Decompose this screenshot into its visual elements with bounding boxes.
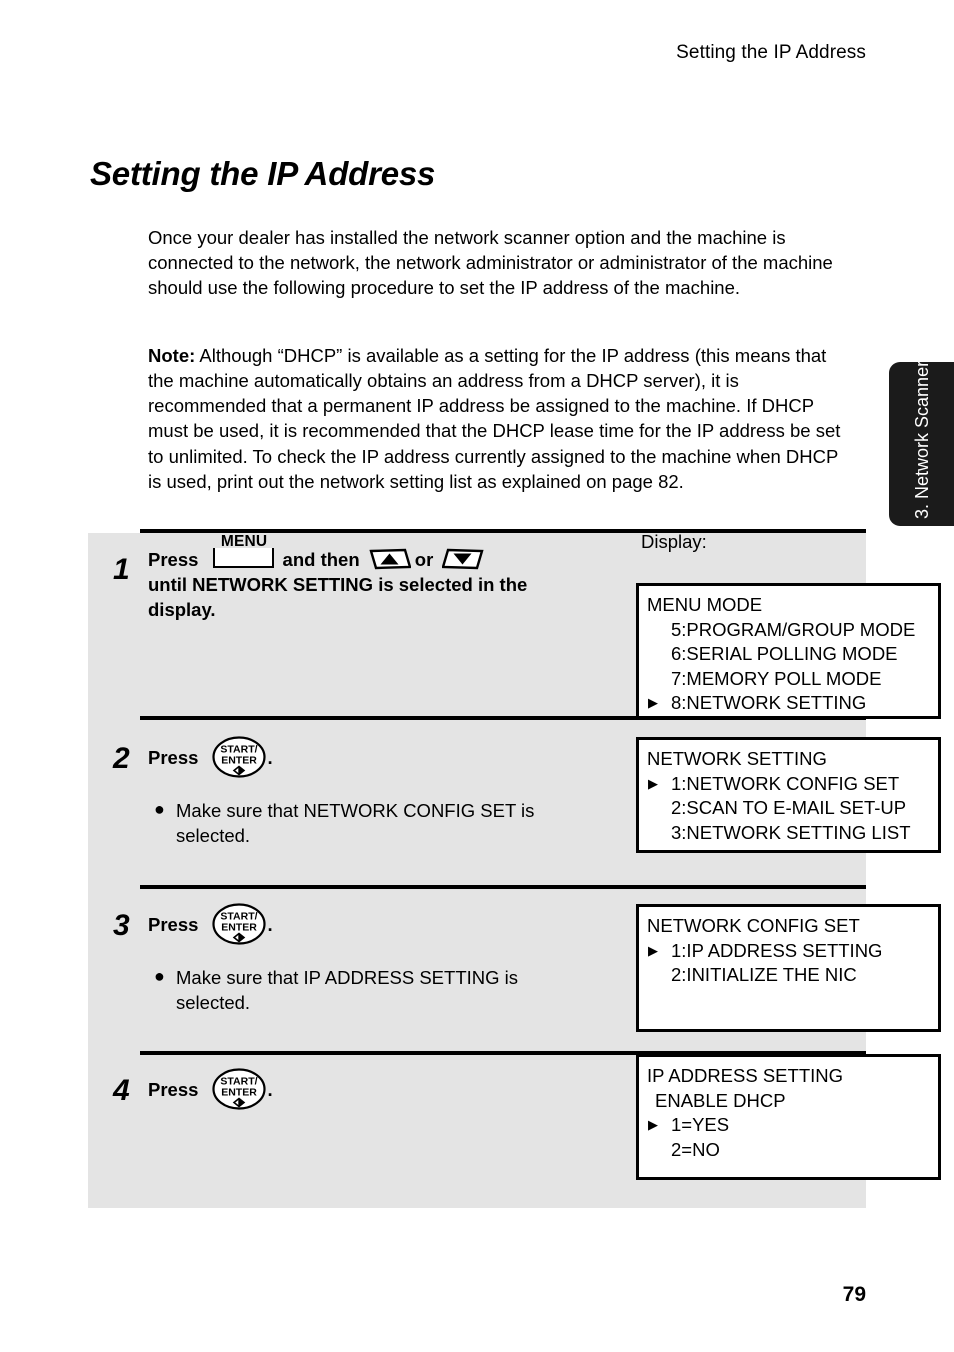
bullet-icon: ● — [154, 799, 165, 819]
step-number: 2 — [113, 742, 130, 775]
lcd-line: 2:SCAN TO E-MAIL SET-UP — [671, 797, 907, 819]
start-enter-key-icon[interactable]: START/ ENTER — [211, 736, 266, 778]
step-number: 1 — [113, 553, 130, 586]
lcd-line: IP ADDRESS SETTING — [647, 1065, 844, 1086]
up-arrow-key-icon[interactable] — [369, 547, 411, 571]
step-divider — [140, 885, 866, 889]
press-word: Press — [148, 747, 204, 768]
lcd-line: MENU MODE — [647, 594, 763, 615]
step-instruction-body: Press MENU and then or until NETWORK SET… — [148, 533, 553, 622]
and-then-word: and then — [282, 549, 365, 570]
note-label: Note: — [148, 344, 196, 366]
lcd-line: 5:PROGRAM/GROUP MODE — [671, 618, 916, 640]
page-title: Setting the IP Address — [90, 155, 436, 193]
menu-key-icon[interactable]: MENU — [212, 533, 276, 570]
step-instruction: Press START/ ENTER . — [148, 736, 553, 778]
period: . — [267, 747, 273, 768]
page-number: 79 — [842, 1283, 866, 1306]
note-paragraph: Note: Although “DHCP” is available as a … — [148, 343, 854, 495]
lcd-line: 2=NO — [671, 1138, 720, 1160]
lcd-line: NETWORK CONFIG SET — [647, 915, 860, 936]
step-instruction-body: Press START/ ENTER . ● Make sure that NET… — [148, 736, 553, 848]
lcd-display-step-3: NETWORK CONFIG SET 1:IP ADDRESS SETTING … — [636, 904, 941, 1032]
step-instruction: Press START/ ENTER . — [148, 903, 553, 945]
display-caption: Display: — [641, 531, 707, 552]
start-enter-key-icon[interactable]: START/ ENTER — [211, 903, 266, 945]
lcd-line: 7:MEMORY POLL MODE — [671, 667, 882, 689]
lcd-line-selected: 1:NETWORK CONFIG SET — [647, 772, 938, 797]
press-word: Press — [148, 549, 204, 570]
svg-text:ENTER: ENTER — [221, 755, 257, 767]
step-instruction-body: Press START/ ENTER . ● Make sure that IP … — [148, 903, 553, 1015]
bullet-icon: ● — [154, 966, 165, 986]
or-word: or — [414, 549, 439, 570]
lcd-display-step-1: MENU MODE 5:PROGRAM/GROUP MODE 6:SERIAL … — [636, 583, 941, 719]
down-arrow-key-icon[interactable] — [442, 547, 485, 571]
intro-paragraph: Once your dealer has installed the netwo… — [148, 226, 833, 299]
period: . — [267, 1079, 273, 1100]
lcd-display-step-4: IP ADDRESS SETTING ENABLE DHCP 1=YES 2=N… — [636, 1054, 941, 1180]
step-instruction-body: Press START/ ENTER . — [148, 1068, 553, 1110]
press-word: Press — [148, 914, 204, 935]
step-number: 4 — [113, 1074, 130, 1107]
lcd-line: ENABLE DHCP — [655, 1089, 786, 1111]
step-sub-note: ● Make sure that IP ADDRESS SETTING is se… — [148, 965, 553, 1015]
svg-text:ENTER: ENTER — [221, 1087, 257, 1099]
step-sub-note-text: Make sure that NETWORK CONFIG SET is sel… — [176, 800, 535, 846]
note-text: Although “DHCP” is available as a settin… — [148, 344, 841, 492]
menu-key-cap — [212, 548, 274, 568]
lcd-line: 6:SERIAL POLLING MODE — [671, 643, 898, 665]
lcd-display-step-2: NETWORK SETTING 1:NETWORK CONFIG SET 2:S… — [636, 737, 941, 853]
chapter-thumb-tab: 3. Network Scanner — [889, 362, 954, 526]
lcd-line-selected: 1=YES — [647, 1113, 938, 1138]
period: . — [267, 914, 273, 935]
lcd-line: NETWORK SETTING — [647, 748, 827, 769]
step-instruction: Press START/ ENTER . — [148, 1068, 553, 1110]
press-word: Press — [148, 1079, 204, 1100]
chapter-thumb-tab-label: 3. Network Scanner — [911, 362, 932, 519]
step-sub-note-text: Make sure that IP ADDRESS SETTING is sel… — [176, 967, 519, 1013]
procedure-panel: 1 Press MENU and then or until NETWORK S… — [88, 529, 941, 1208]
lcd-line-selected: 1:IP ADDRESS SETTING — [647, 939, 938, 964]
start-enter-key-icon[interactable]: START/ ENTER — [211, 1068, 266, 1110]
step-instruction: Press MENU and then or until NETWORK SET… — [148, 533, 553, 622]
step-number: 3 — [113, 909, 130, 942]
lcd-line-selected: 8:NETWORK SETTING — [647, 691, 938, 716]
step-instruction-tail: until NETWORK SETTING is selected in the… — [148, 574, 528, 620]
svg-text:ENTER: ENTER — [221, 922, 257, 934]
running-header: Setting the IP Address — [676, 42, 866, 63]
lcd-line: 2:INITIALIZE THE NIC — [671, 964, 857, 986]
lcd-line: 3:NETWORK SETTING LIST — [671, 821, 911, 843]
step-sub-note: ● Make sure that NETWORK CONFIG SET is se… — [148, 798, 553, 848]
